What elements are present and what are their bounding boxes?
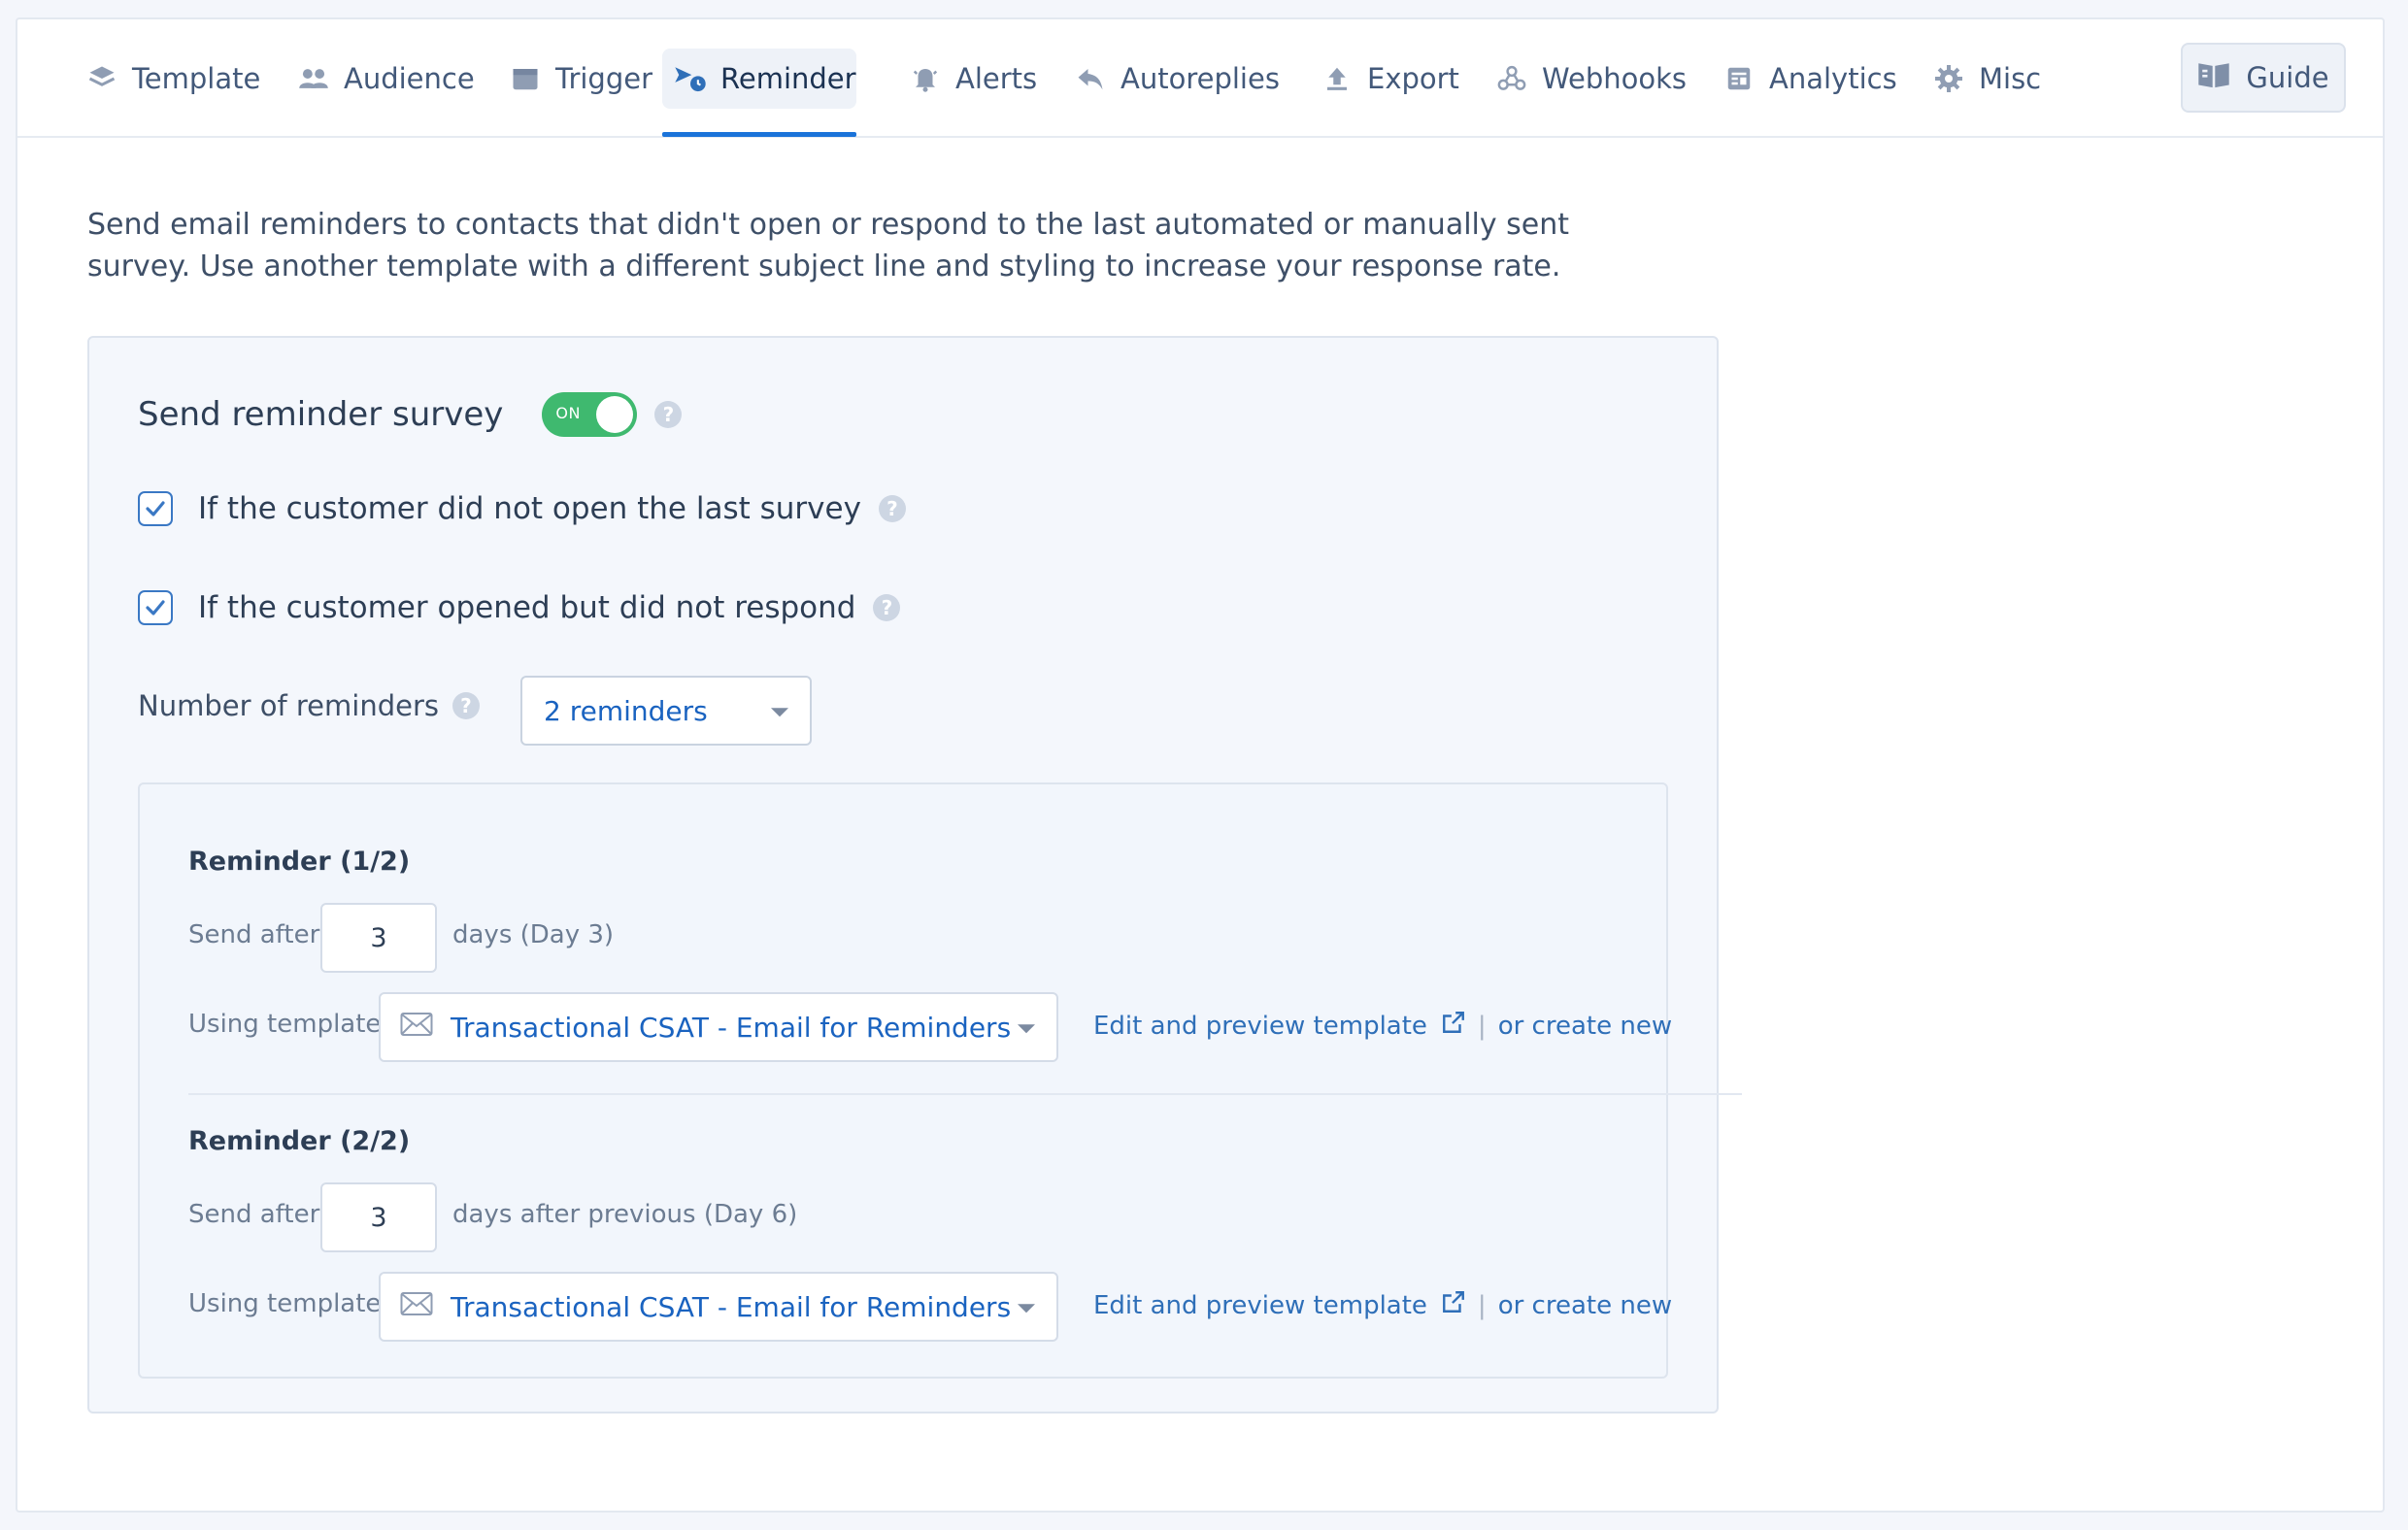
intro-text: Send email reminders to contacts that di… [87, 208, 1570, 283]
not-opened-checkbox[interactable] [138, 491, 173, 526]
envelope-icon [400, 1291, 433, 1323]
reminder-1-send-after-label: Send after [188, 920, 320, 949]
reminder-2-links: Edit and preview template | or create ne… [1093, 1289, 1672, 1321]
create-new-template-link[interactable]: or create new [1498, 1291, 1672, 1320]
tab-reminder[interactable]: Reminder [662, 49, 856, 109]
help-icon[interactable]: ? [654, 401, 683, 428]
reminder-settings-panel: Send reminder survey ON ? If the custome… [87, 336, 1742, 1414]
tab-webhooks[interactable]: Webhooks [1484, 49, 1698, 109]
tab-trigger[interactable]: Trigger [497, 49, 664, 109]
number-of-reminders-label: Number of reminders [138, 689, 439, 722]
help-icon[interactable]: ? [878, 495, 906, 522]
help-icon[interactable]: ? [873, 594, 901, 621]
reminder-2-days-input[interactable]: 3 [320, 1182, 437, 1252]
tab-label: Export [1367, 62, 1459, 95]
tab-label: Reminder [720, 62, 856, 95]
guide-button[interactable]: Guide [2181, 43, 2346, 113]
checkmark-icon [146, 501, 165, 516]
reminder-2-template-value: Transactional CSAT - Email for Reminders [451, 1290, 1012, 1323]
reminder-divider [188, 1093, 1742, 1095]
chevron-down-icon [1018, 1024, 1035, 1034]
users-icon [297, 62, 330, 95]
tab-analytics[interactable]: Analytics [1711, 49, 1909, 109]
send-reminder-row: Send reminder survey ON ? [138, 392, 683, 437]
number-of-reminders-row: Number of reminders ? [138, 689, 480, 722]
reminder-2-days-suffix: days after previous (Day 6) [452, 1200, 798, 1229]
reminder-1-days-input[interactable]: 3 [320, 903, 437, 973]
tab-audience[interactable]: Audience [285, 49, 486, 109]
reminder-1-template-select[interactable]: Transactional CSAT - Email for Reminders [379, 992, 1058, 1062]
upload-icon [1321, 62, 1354, 95]
bell-icon [909, 62, 942, 95]
not-opened-label: If the customer did not open the last su… [198, 491, 861, 526]
envelope-icon [400, 1012, 433, 1044]
tab-label: Trigger [555, 62, 653, 95]
number-of-reminders-select[interactable]: 2 reminders [520, 676, 812, 746]
reminder-2-template-label: Using template [188, 1289, 382, 1318]
layers-icon [85, 62, 118, 95]
tab-label: Alerts [955, 62, 1038, 95]
gear-icon [1932, 62, 1965, 95]
reminder-1-template-label: Using template [188, 1010, 382, 1039]
guide-label: Guide [2246, 61, 2329, 94]
link-separator: | [1477, 1290, 1487, 1320]
app-frame: Template Audience Trigger Reminder Alert… [16, 17, 2385, 1513]
reminder-1-title: Reminder (1/2) [188, 847, 411, 877]
tab-label: Template [132, 62, 261, 95]
edit-preview-template-link[interactable]: Edit and preview template [1093, 1291, 1427, 1320]
tab-label: Analytics [1769, 62, 1897, 95]
reply-icon [1074, 62, 1107, 95]
tab-bar: Template Audience Trigger Reminder Alert… [17, 19, 2383, 138]
book-icon [2197, 60, 2230, 96]
tab-misc[interactable]: Misc [1921, 49, 2053, 109]
tab-label: Misc [1979, 62, 2042, 95]
reminders-box: Reminder (1/2) Send after 3 days (Day 3)… [138, 782, 1742, 1379]
edit-preview-template-link[interactable]: Edit and preview template [1093, 1012, 1427, 1041]
tab-template[interactable]: Template [74, 49, 272, 109]
reminder-2-title: Reminder (2/2) [188, 1126, 411, 1156]
send-reminder-toggle[interactable]: ON [542, 392, 638, 437]
analytics-icon [1722, 62, 1756, 95]
toggle-knob [596, 396, 634, 433]
option-opened-row: If the customer opened but did not respo… [138, 590, 901, 625]
tab-autoreplies[interactable]: Autoreplies [1062, 49, 1291, 109]
chevron-down-icon [1018, 1304, 1035, 1314]
reminder-2-template-select[interactable]: Transactional CSAT - Email for Reminders [379, 1272, 1058, 1342]
tab-alerts[interactable]: Alerts [897, 49, 1049, 109]
reminder-1-links: Edit and preview template | or create ne… [1093, 1010, 1672, 1042]
send-reminder-title: Send reminder survey [138, 395, 504, 434]
reminder-1-template-value: Transactional CSAT - Email for Reminders [451, 1011, 1012, 1044]
reminder-2-send-after-label: Send after [188, 1200, 320, 1229]
tab-export[interactable]: Export [1309, 49, 1471, 109]
reminder-icon [674, 62, 707, 95]
external-link-icon[interactable] [1441, 1010, 1466, 1042]
tab-label: Webhooks [1542, 62, 1687, 95]
tab-label: Autoreplies [1120, 62, 1280, 95]
create-new-template-link[interactable]: or create new [1498, 1012, 1672, 1041]
toggle-state-label: ON [555, 404, 581, 422]
option-not-opened-row: If the customer did not open the last su… [138, 491, 906, 526]
checkmark-icon [146, 600, 165, 615]
link-separator: | [1477, 1011, 1487, 1041]
opened-no-response-checkbox[interactable] [138, 590, 173, 625]
chevron-down-icon [771, 708, 788, 717]
webhook-icon [1495, 62, 1528, 95]
active-tab-indicator [662, 132, 856, 137]
tab-label: Audience [344, 62, 475, 95]
help-icon[interactable]: ? [452, 692, 480, 719]
number-of-reminders-value: 2 reminders [544, 694, 708, 727]
reminder-1-days-suffix: days (Day 3) [452, 920, 615, 949]
opened-no-response-label: If the customer opened but did not respo… [198, 590, 856, 625]
calendar-icon [509, 62, 542, 95]
external-link-icon[interactable] [1441, 1289, 1466, 1321]
